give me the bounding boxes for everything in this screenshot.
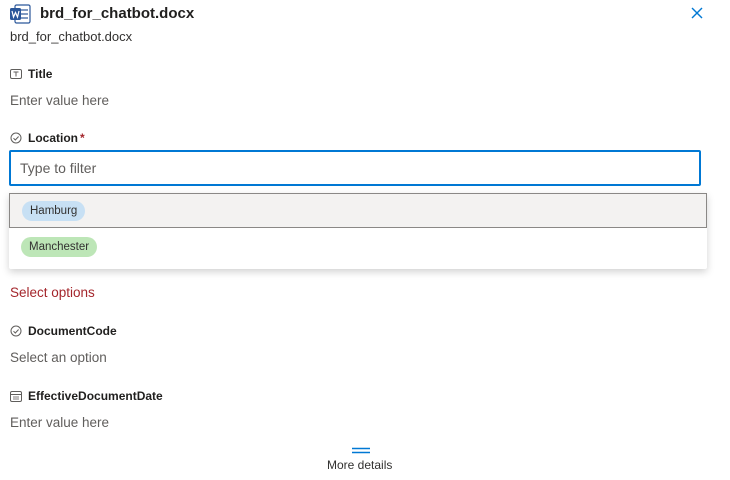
option-chip: Hamburg [22, 201, 86, 221]
title-input[interactable]: Enter value here [10, 93, 109, 108]
more-details-link[interactable]: More details [327, 458, 392, 472]
calendar-icon [10, 391, 22, 402]
document-code-field-label: DocumentCode [10, 324, 117, 338]
close-icon[interactable] [690, 6, 704, 20]
panel-title: brd_for_chatbot.docx [40, 5, 195, 22]
location-option-manchester[interactable]: Manchester [9, 230, 707, 265]
document-code-label-text: DocumentCode [28, 324, 117, 338]
title-label-text: Title [28, 67, 53, 81]
option-chip: Manchester [21, 237, 98, 257]
effective-date-label-text: EffectiveDocumentDate [28, 389, 163, 403]
file-name: brd_for_chatbot.docx [10, 29, 133, 44]
word-doc-icon [9, 4, 31, 24]
title-field-label: Title [10, 67, 52, 81]
location-filter-input[interactable] [9, 150, 701, 186]
document-code-select[interactable]: Select an option [10, 350, 107, 365]
location-field-label: Location * [10, 131, 85, 145]
location-option-hamburg[interactable]: Hamburg [9, 193, 707, 228]
check-circle-icon [10, 325, 22, 337]
effective-date-input[interactable]: Enter value here [10, 415, 109, 430]
required-asterisk: * [80, 131, 85, 145]
text-field-icon [10, 69, 22, 79]
effective-date-field-label: EffectiveDocumentDate [10, 389, 163, 403]
drag-handle-icon[interactable] [352, 442, 370, 454]
check-circle-icon [10, 132, 22, 144]
location-dropdown: Hamburg Manchester [9, 193, 707, 269]
location-label-text: Location [28, 131, 78, 145]
select-options-input[interactable]: Select options [10, 285, 95, 300]
